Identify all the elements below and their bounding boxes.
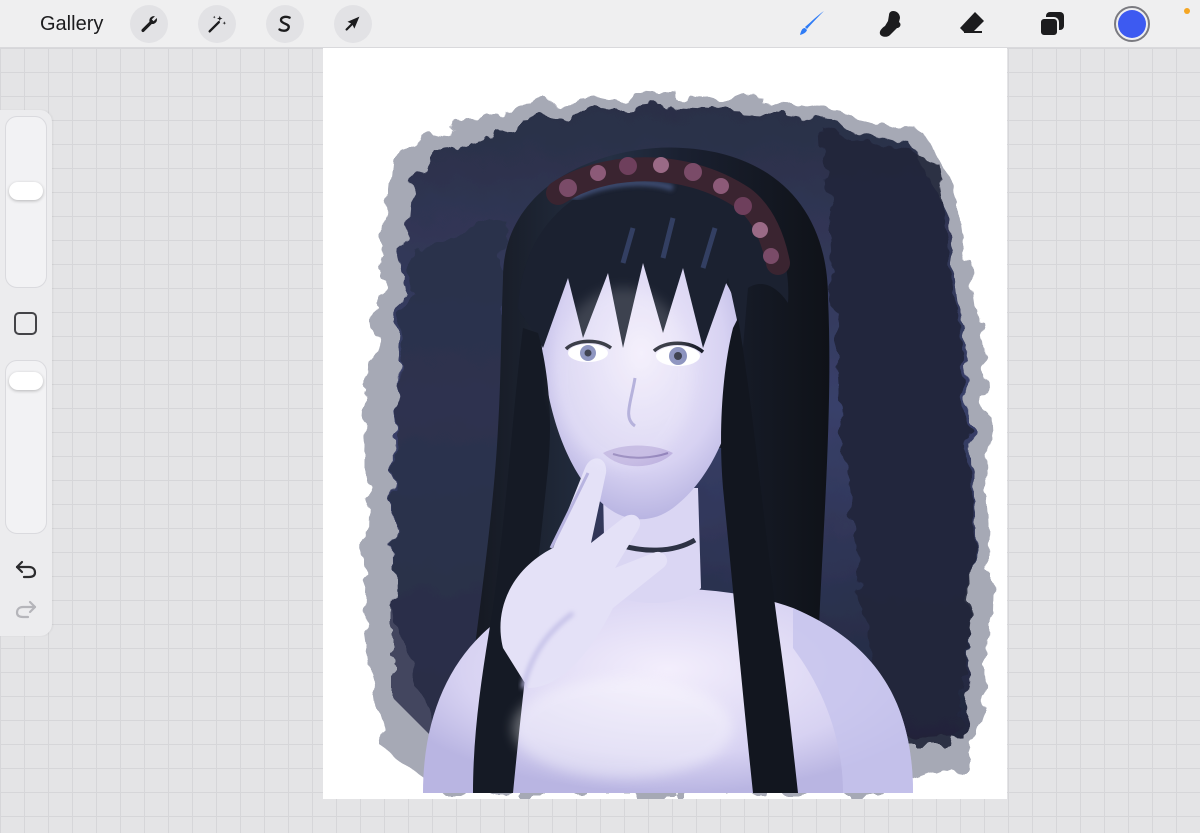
status-indicator-dot — [1184, 8, 1190, 14]
gallery-button[interactable]: Gallery — [40, 12, 103, 36]
eraser-button[interactable] — [954, 6, 990, 42]
brush-button[interactable] — [794, 6, 830, 42]
transform-button[interactable] — [334, 5, 372, 43]
brush-size-thumb[interactable] — [9, 181, 43, 200]
selection-s-icon — [278, 15, 291, 32]
magic-wand-icon — [208, 15, 227, 33]
arrow-cursor-icon — [345, 16, 360, 31]
smudge-finger-icon — [879, 11, 901, 37]
adjustments-button[interactable] — [198, 5, 236, 43]
left-sidebar — [0, 110, 52, 636]
opacity-slider[interactable] — [5, 360, 47, 534]
painting-artwork — [363, 93, 993, 793]
actions-button[interactable] — [130, 5, 168, 43]
opacity-thumb[interactable] — [9, 371, 43, 390]
drawing-canvas[interactable] — [323, 48, 1007, 799]
selection-button[interactable] — [266, 5, 304, 43]
wrench-icon — [141, 16, 158, 33]
brush-size-slider[interactable] — [5, 116, 47, 288]
top-toolbar: Gallery — [0, 0, 1200, 48]
layers-icon — [1039, 12, 1064, 37]
redo-icon[interactable] — [13, 596, 39, 622]
eraser-icon — [960, 12, 984, 33]
modify-button[interactable] — [14, 312, 37, 335]
current-color-swatch — [1118, 10, 1146, 38]
smudge-button[interactable] — [874, 6, 910, 42]
layers-button[interactable] — [1034, 6, 1070, 42]
color-picker-button[interactable] — [1114, 6, 1150, 42]
brush-icon — [800, 11, 824, 35]
undo-icon[interactable] — [13, 556, 39, 582]
